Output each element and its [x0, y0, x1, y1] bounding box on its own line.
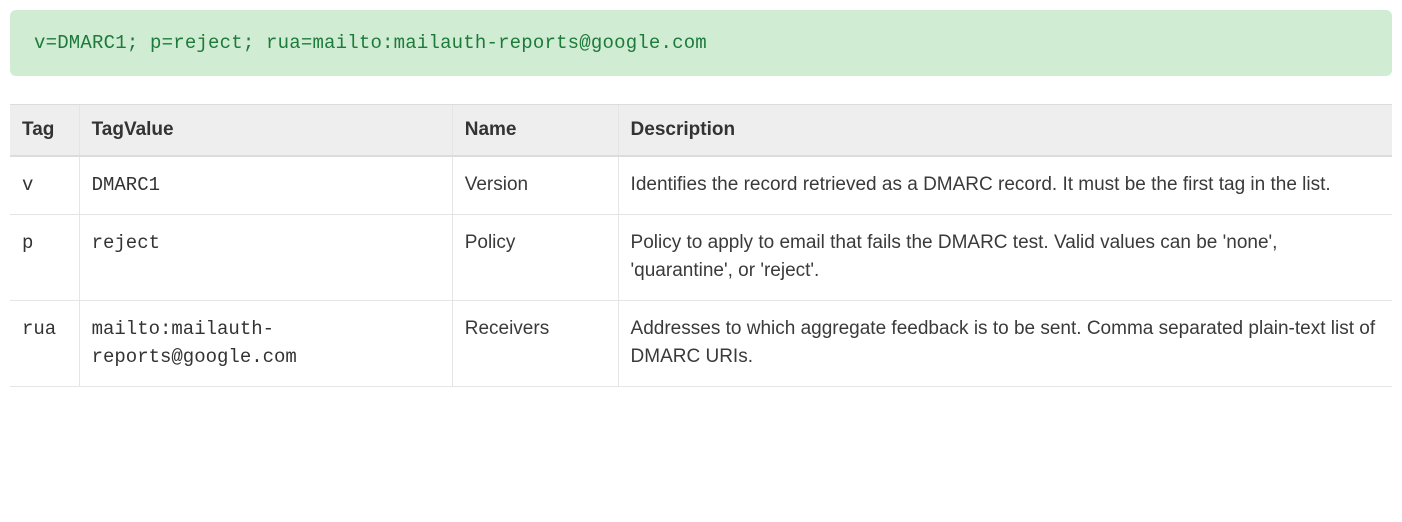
cell-name: Version — [452, 156, 618, 214]
header-description: Description — [618, 105, 1392, 157]
dmarc-tags-table: Tag TagValue Name Description v DMARC1 V… — [10, 104, 1392, 387]
cell-name: Policy — [452, 214, 618, 300]
cell-description: Policy to apply to email that fails the … — [618, 214, 1392, 300]
cell-tag: p — [10, 214, 79, 300]
header-tagvalue: TagValue — [79, 105, 452, 157]
table-header-row: Tag TagValue Name Description — [10, 105, 1392, 157]
header-name: Name — [452, 105, 618, 157]
cell-description: Identifies the record retrieved as a DMA… — [618, 156, 1392, 214]
cell-tag: rua — [10, 300, 79, 386]
cell-tagvalue: DMARC1 — [79, 156, 452, 214]
header-tag: Tag — [10, 105, 79, 157]
table-row: v DMARC1 Version Identifies the record r… — [10, 156, 1392, 214]
cell-tagvalue: reject — [79, 214, 452, 300]
cell-description: Addresses to which aggregate feedback is… — [618, 300, 1392, 386]
cell-tag: v — [10, 156, 79, 214]
cell-name: Receivers — [452, 300, 618, 386]
dmarc-record-banner: v=DMARC1; p=reject; rua=mailto:mailauth-… — [10, 10, 1392, 76]
table-row: rua mailto:mailauth-reports@google.com R… — [10, 300, 1392, 386]
dmarc-record-text: v=DMARC1; p=reject; rua=mailto:mailauth-… — [34, 32, 707, 54]
cell-tagvalue: mailto:mailauth-reports@google.com — [79, 300, 452, 386]
table-row: p reject Policy Policy to apply to email… — [10, 214, 1392, 300]
